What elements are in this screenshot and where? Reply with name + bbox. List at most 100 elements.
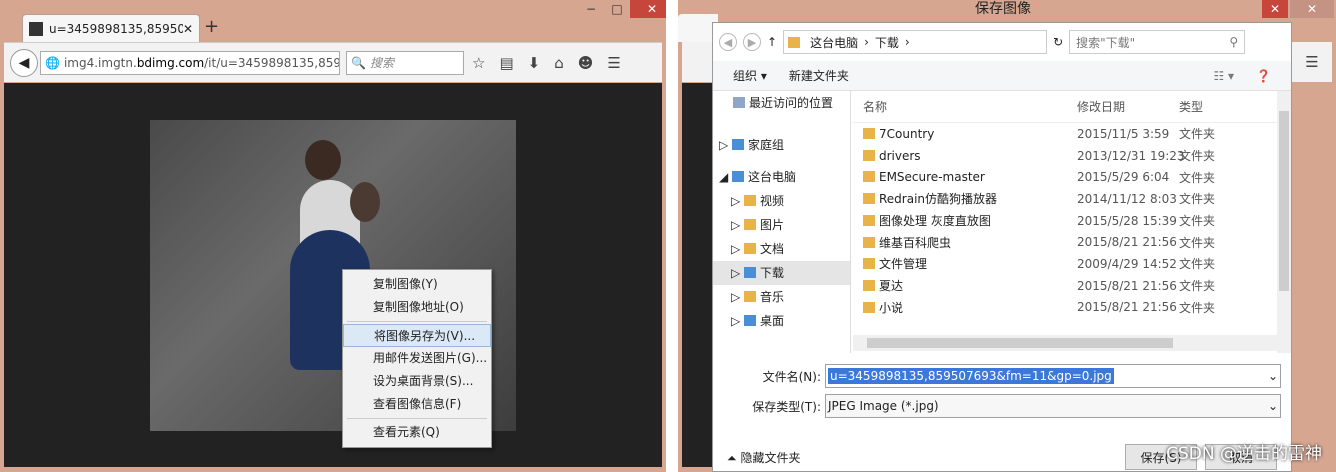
folder-icon [863,193,875,205]
column-name[interactable]: 名称 [853,98,1077,115]
smiley-icon[interactable]: ☻ [578,54,594,72]
file-type: 文件夹 [1179,192,1216,207]
column-date[interactable]: 修改日期 [1077,98,1179,115]
refresh-icon[interactable]: ↻ [1053,35,1063,49]
forward-arrow-icon[interactable]: ▶ [743,33,761,51]
menu-item-view-image-info[interactable]: 查看图像信息(F) [343,393,491,416]
scroll-thumb[interactable] [867,338,1173,348]
folder-icon [744,219,757,230]
chevron-down-icon[interactable]: ⌄ [1268,369,1278,383]
tree-item-documents[interactable]: ▷ 文档 [713,237,850,261]
file-date: 2014/11/12 8:03 [1077,191,1177,206]
dialog-title: 保存图像 [975,1,1031,17]
tree-item-videos[interactable]: ▷ 视频 [713,189,850,213]
back-arrow-icon[interactable]: ◀ [719,33,737,51]
tree-item-recent[interactable]: 最近访问的位置 [713,91,850,115]
tree-item-homegroup[interactable]: ▷ 家庭组 [713,125,850,165]
file-name: Redrain仿酷狗播放器 [853,190,1077,207]
background-menu-icon: ☰ [1292,42,1332,82]
path-item-this-pc[interactable]: 这台电脑 [810,34,858,51]
dialog-search[interactable]: 搜索"下载" ⚲ [1069,30,1246,54]
home-icon[interactable]: ⌂ [554,54,564,72]
scroll-thumb[interactable] [1279,111,1289,291]
list-item[interactable]: 文件管理 2009/4/29 14:52 文件夹 [853,253,1279,275]
tree-item-downloads[interactable]: ▷ 下载 [713,261,850,285]
background-close: ✕ [1290,0,1334,18]
tree-label: 最近访问的位置 [749,96,834,110]
folder-icon [863,149,875,161]
menu-item-email-image[interactable]: 用邮件发送图片(G)... [343,347,491,370]
filename-value: u=3459898135,859507693&fm=11&gp=0.jpg [828,368,1114,384]
filename-input[interactable]: u=3459898135,859507693&fm=11&gp=0.jpg ⌄ [825,364,1281,388]
list-item[interactable]: EMSecure-master 2015/5/29 6:04 文件夹 [853,166,1279,188]
list-item[interactable]: Redrain仿酷狗播放器 2014/11/12 8:03 文件夹 [853,188,1279,210]
tree-label: 家庭组 [748,138,785,152]
menu-item-inspect-element[interactable]: 查看元素(Q) [343,421,491,444]
close-button[interactable]: ✕ [630,0,666,18]
menu-item-copy-image[interactable]: 复制图像(Y) [343,273,491,296]
chevron-up-icon: ⏶ [727,450,737,465]
navigation-bar: ◀ 🌐 img4.imgtn. bdimg.com/it/u=3459898135… [4,42,662,82]
url-bar[interactable]: 🌐 img4.imgtn. bdimg.com/it/u=3459898135,8… [40,50,340,75]
reading-list-icon[interactable]: ▤ [499,54,513,72]
download-icon[interactable]: ⬇ [528,54,541,72]
file-name: 维基百科爬虫 [853,234,1077,251]
list-item[interactable]: 小说 2015/8/21 21:56 文件夹 [853,297,1279,319]
bookmark-star-icon[interactable]: ☆ [472,54,485,72]
menu-item-save-image-as[interactable]: 将图像另存为(V)... [343,324,491,347]
hide-folders-label: 隐藏文件夹 [740,450,801,465]
column-type[interactable]: 类型 [1179,98,1269,115]
tree-item-this-pc[interactable]: ◢ 这台电脑 [713,165,850,189]
list-item[interactable]: 维基百科爬虫 2015/8/21 21:56 文件夹 [853,231,1279,253]
path-bar[interactable]: 这台电脑 › 下载 › [783,30,1048,54]
toolbar-icons: ☆ ▤ ⬇ ⌂ ☻ ☰ [472,54,621,72]
hide-folders-toggle[interactable]: ⏶ 隐藏文件夹 [727,449,800,466]
minimize-button[interactable]: − [578,0,604,18]
maximize-button[interactable]: □ [604,0,630,18]
url-path: /it/u=3459898135,85950769 [204,55,339,70]
file-type: 文件夹 [1179,300,1216,315]
search-box[interactable]: 🔍 搜索 [346,50,464,75]
horizontal-scrollbar[interactable] [853,335,1279,351]
file-name: 7Country [853,127,1077,141]
file-type: 文件夹 [1179,257,1216,272]
tree-item-pictures[interactable]: ▷ 图片 [713,213,850,237]
tree-item-music[interactable]: ▷ 音乐 [713,285,850,309]
chevron-right-icon: › [864,35,869,49]
computer-icon [732,171,745,182]
new-folder-button[interactable]: 新建文件夹 [789,67,849,84]
search-placeholder: 搜索 [369,56,394,70]
file-date: 2015/8/21 21:56 [1077,278,1177,293]
filetype-select[interactable]: JPEG Image (*.jpg) ⌄ [825,394,1281,418]
address-bar: ◀ ▶ ↑ 这台电脑 › 下载 › ↻ 搜索"下载" ⚲ [719,29,1285,55]
back-arrow-icon[interactable]: ◀ [10,48,38,77]
up-arrow-icon[interactable]: ↑ [767,35,777,49]
new-tab-button[interactable]: + [204,16,219,37]
file-date: 2009/4/29 14:52 [1077,256,1177,271]
view-icon[interactable]: ☷ ▾ [1213,69,1234,83]
folder-icon [744,195,757,206]
menu-item-set-desktop-background[interactable]: 设为桌面背景(S)... [343,370,491,393]
tab-close-icon[interactable]: ✕ [183,22,193,36]
browser-tab[interactable]: u=3459898135,8595076... ✕ [22,14,200,42]
list-item[interactable]: 夏达 2015/8/21 21:56 文件夹 [853,275,1279,297]
folder-icon [863,215,875,227]
tree-label: 视频 [760,194,785,208]
organize-button[interactable]: 组织 ▾ [733,67,767,84]
url-prefix: img4.imgtn. [63,55,137,70]
help-icon[interactable]: ❓ [1256,69,1271,83]
list-item[interactable]: drivers 2013/12/31 19:23 文件夹 [853,145,1279,167]
tree-item-desktop[interactable]: ▷ 桌面 [713,309,850,333]
chevron-down-icon[interactable]: ⌄ [1268,399,1278,413]
vertical-scrollbar[interactable] [1277,91,1291,353]
list-item[interactable]: 7Country 2015/11/5 3:59 文件夹 [853,123,1279,145]
close-button[interactable]: ✕ [1290,0,1334,18]
menu-item-copy-image-address[interactable]: 复制图像地址(O) [343,296,491,319]
path-item-downloads[interactable]: 下载 [875,34,899,51]
folder-icon [788,36,801,48]
list-item[interactable]: 图像处理 灰度直放图 2015/5/28 15:39 文件夹 [853,210,1279,232]
filetype-label: 保存类型(T): [752,399,821,414]
close-button[interactable]: ✕ [1262,0,1288,18]
file-date: 2015/8/21 21:56 [1077,235,1177,250]
menu-icon[interactable]: ☰ [607,54,620,72]
